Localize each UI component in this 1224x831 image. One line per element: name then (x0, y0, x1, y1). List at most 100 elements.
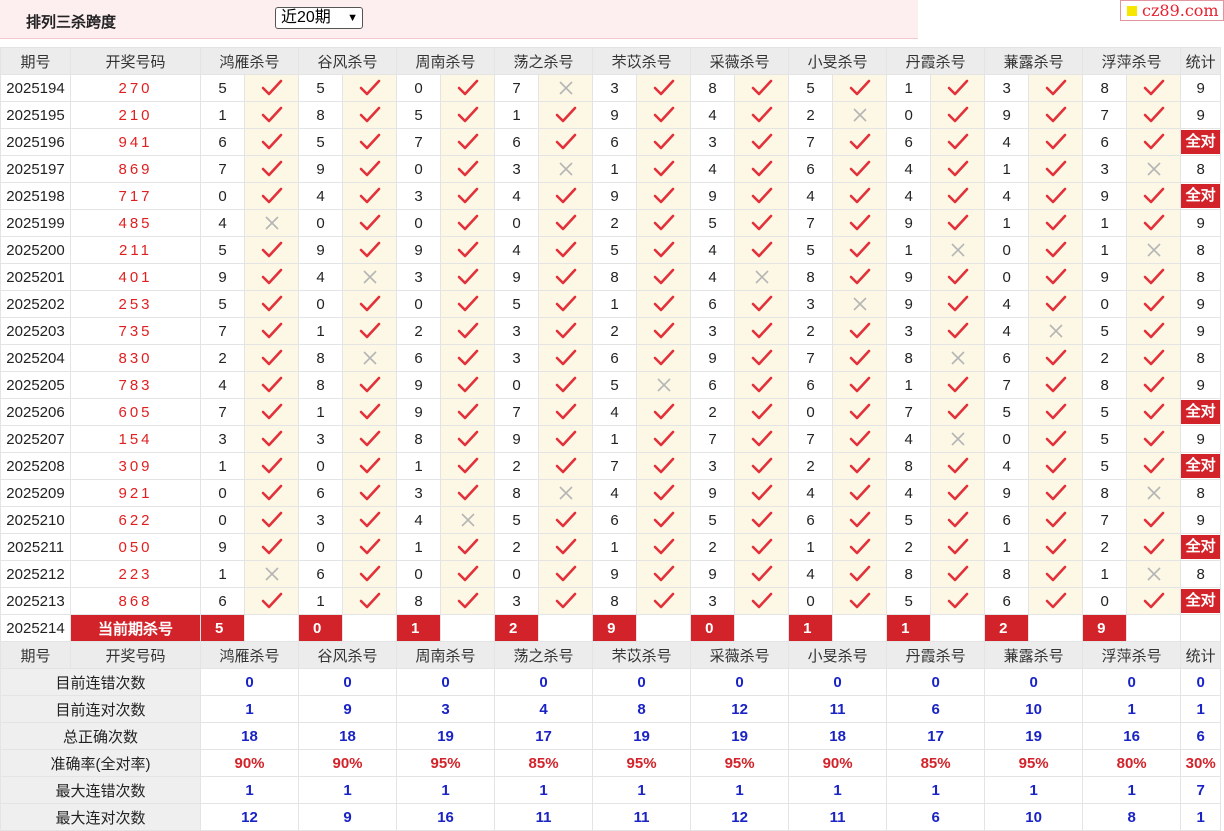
kill-number-cell: 4 (886, 182, 932, 210)
kill-number-cell: 0 (298, 290, 344, 318)
period-cell: 2025210 (0, 506, 71, 534)
hit-check-icon (243, 74, 300, 102)
miss-cross-icon (342, 344, 398, 372)
site-logo[interactable]: cz89.com (1120, 0, 1224, 21)
stats-value: 1 (199, 776, 300, 804)
hit-check-icon (1126, 101, 1182, 129)
hit-check-icon (243, 533, 300, 561)
stats-value: 12 (199, 803, 300, 831)
current-kill-spacer (440, 614, 496, 642)
stats-value: 90% (788, 749, 888, 777)
chevron-down-icon: ▼ (347, 12, 358, 24)
kill-number-cell: 9 (690, 560, 736, 588)
hit-check-icon (538, 533, 594, 561)
hit-check-icon (636, 560, 692, 588)
hit-check-icon (440, 425, 496, 453)
stats-value: 0 (1082, 668, 1182, 696)
kill-number-cell: 8 (1082, 371, 1128, 399)
kill-number-cell: 1 (200, 452, 245, 480)
kill-number-cell: 2 (494, 533, 540, 561)
stats-value: 90% (298, 749, 398, 777)
hit-check-icon (440, 317, 496, 345)
kill-number-cell: 9 (984, 479, 1030, 507)
kill-number-cell: 6 (788, 371, 834, 399)
column-header-expert: 谷风杀号 (298, 47, 398, 75)
hit-check-icon (734, 560, 790, 588)
hit-check-icon (832, 533, 888, 561)
hit-check-icon (1126, 74, 1182, 102)
hit-check-icon (538, 560, 594, 588)
stats-label: 最大连对次数 (0, 803, 201, 831)
kill-number-cell: 5 (200, 236, 245, 264)
hit-check-icon (440, 560, 496, 588)
hit-check-icon (538, 587, 594, 615)
kill-number-cell: 9 (396, 398, 442, 426)
miss-cross-icon (538, 74, 594, 102)
period-range-select[interactable]: 近20期 ▼ (275, 7, 363, 29)
hit-check-icon (243, 101, 300, 129)
kill-number-cell: 8 (592, 587, 638, 615)
all-correct-badge: 全对 (1180, 452, 1222, 480)
hit-check-icon (440, 128, 496, 156)
hit-check-icon (636, 236, 692, 264)
kill-number-cell: 0 (200, 506, 245, 534)
current-kill-number: 5 (200, 614, 245, 642)
kill-number-cell: 7 (200, 398, 245, 426)
kill-number-cell: 8 (298, 101, 344, 129)
hit-check-icon (636, 317, 692, 345)
period-cell: 2025211 (0, 533, 71, 561)
hit-check-icon (342, 425, 398, 453)
row-count-cell: 9 (1180, 317, 1222, 345)
stats-value: 6 (886, 695, 986, 723)
kill-number-cell: 4 (298, 182, 344, 210)
draw-number-cell: 735 (70, 317, 201, 345)
column-header-period: 期号 (0, 641, 71, 669)
kill-number-cell: 6 (592, 506, 638, 534)
kill-number-cell: 2 (494, 452, 540, 480)
hit-check-icon (440, 344, 496, 372)
current-kill-spacer (1126, 614, 1182, 642)
kill-number-cell: 5 (200, 74, 245, 102)
hit-check-icon (832, 344, 888, 372)
period-cell: 2025202 (0, 290, 71, 318)
row-count-cell: 9 (1180, 371, 1222, 399)
kill-number-cell: 3 (396, 263, 442, 291)
kill-number-cell: 3 (200, 425, 245, 453)
row-count-cell: 9 (1180, 290, 1222, 318)
stats-row: 目前连对次数 1 9 3 4 8 12 11 6 10 1 1 (0, 695, 1222, 723)
column-header-expert: 荡之杀号 (494, 47, 594, 75)
draw-number-cell: 717 (70, 182, 201, 210)
column-header-expert: 浮萍杀号 (1082, 641, 1182, 669)
hit-check-icon (243, 182, 300, 210)
table-row: 2025202 253 5 0 0 5 1 6 3 9 4 0 9 (0, 290, 1222, 318)
draw-number-cell: 401 (70, 263, 201, 291)
kill-number-cell: 4 (984, 182, 1030, 210)
hit-check-icon (930, 371, 986, 399)
stats-value: 19 (984, 722, 1084, 750)
stats-total: 30% (1180, 749, 1222, 777)
hit-check-icon (342, 398, 398, 426)
row-count-cell: 9 (1180, 506, 1222, 534)
stats-total: 6 (1180, 722, 1222, 750)
kill-number-cell: 3 (690, 128, 736, 156)
kill-number-cell: 3 (494, 317, 540, 345)
hit-check-icon (1028, 101, 1084, 129)
table-row: 2025201 401 9 4 3 9 8 4 8 9 0 9 8 (0, 263, 1222, 291)
kill-number-cell: 3 (788, 290, 834, 318)
hit-check-icon (734, 425, 790, 453)
stats-value: 80% (1082, 749, 1182, 777)
miss-cross-icon (1126, 479, 1182, 507)
miss-cross-icon (1028, 317, 1084, 345)
kill-number-cell: 5 (1082, 425, 1128, 453)
period-cell: 2025212 (0, 560, 71, 588)
current-period-row: 2025214 当前期杀号 5 0 1 2 9 0 1 1 2 9 (0, 614, 1222, 642)
hit-check-icon (243, 479, 300, 507)
row-count-cell: 8 (1180, 560, 1222, 588)
kill-number-cell: 4 (494, 236, 540, 264)
hit-check-icon (636, 398, 692, 426)
column-header-expert: 浮萍杀号 (1082, 47, 1182, 75)
kill-number-cell: 7 (984, 371, 1030, 399)
hit-check-icon (832, 209, 888, 237)
current-kill-number: 1 (788, 614, 834, 642)
period-cell: 2025196 (0, 128, 71, 156)
